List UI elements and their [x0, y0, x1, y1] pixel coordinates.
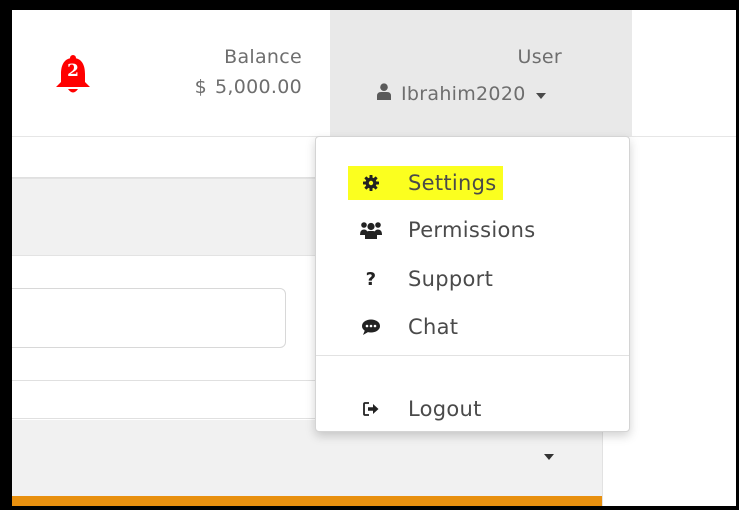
- user-label: User: [517, 46, 562, 68]
- text-input[interactable]: [12, 288, 286, 348]
- chat-icon: [356, 314, 386, 340]
- user-icon: [377, 83, 391, 105]
- gear-icon: [356, 170, 386, 196]
- top-header: 2 Balance $5,000.00 User Ibrahim2020: [12, 10, 736, 137]
- logout-icon: [356, 396, 386, 422]
- balance-label: Balance: [224, 46, 302, 68]
- currency-symbol: $: [194, 76, 207, 98]
- notifications-button[interactable]: 2: [52, 54, 94, 96]
- menu-item-label: Chat: [408, 315, 459, 339]
- menu-item-label: Logout: [408, 397, 482, 421]
- balance-amount: 5,000.00: [214, 76, 302, 98]
- menu-item-settings[interactable]: Settings: [316, 161, 629, 205]
- app-viewport: 2 Balance $5,000.00 User Ibrahim2020 Set…: [12, 10, 736, 506]
- user-menu-toggle[interactable]: User Ibrahim2020: [330, 10, 632, 136]
- menu-item-logout[interactable]: Logout: [316, 387, 629, 431]
- highlight-marker: Settings: [348, 166, 503, 200]
- caret-down-icon: [535, 83, 546, 105]
- menu-item-label: Support: [408, 267, 494, 291]
- users-icon: [356, 217, 386, 243]
- menu-item-support[interactable]: ? Support: [316, 257, 629, 301]
- notification-count: 2: [67, 61, 79, 81]
- menu-item-permissions[interactable]: Permissions: [316, 208, 629, 252]
- menu-divider: [316, 355, 629, 356]
- user-name-row[interactable]: Ibrahim2020: [377, 83, 546, 105]
- accent-bar: [12, 496, 602, 506]
- caret-down-icon[interactable]: [544, 454, 554, 460]
- balance-value: $5,000.00: [162, 76, 302, 98]
- question-icon: ?: [365, 268, 377, 290]
- user-name: Ibrahim2020: [401, 83, 526, 105]
- balance-display: Balance $5,000.00: [162, 46, 302, 98]
- user-dropdown-menu: Settings Permissions ? Support Chat Logo…: [315, 136, 630, 432]
- screenshot-frame: 2 Balance $5,000.00 User Ibrahim2020 Set…: [0, 0, 739, 510]
- menu-item-chat[interactable]: Chat: [316, 305, 629, 349]
- menu-item-label: Permissions: [408, 218, 536, 242]
- menu-item-label: Settings: [408, 171, 497, 195]
